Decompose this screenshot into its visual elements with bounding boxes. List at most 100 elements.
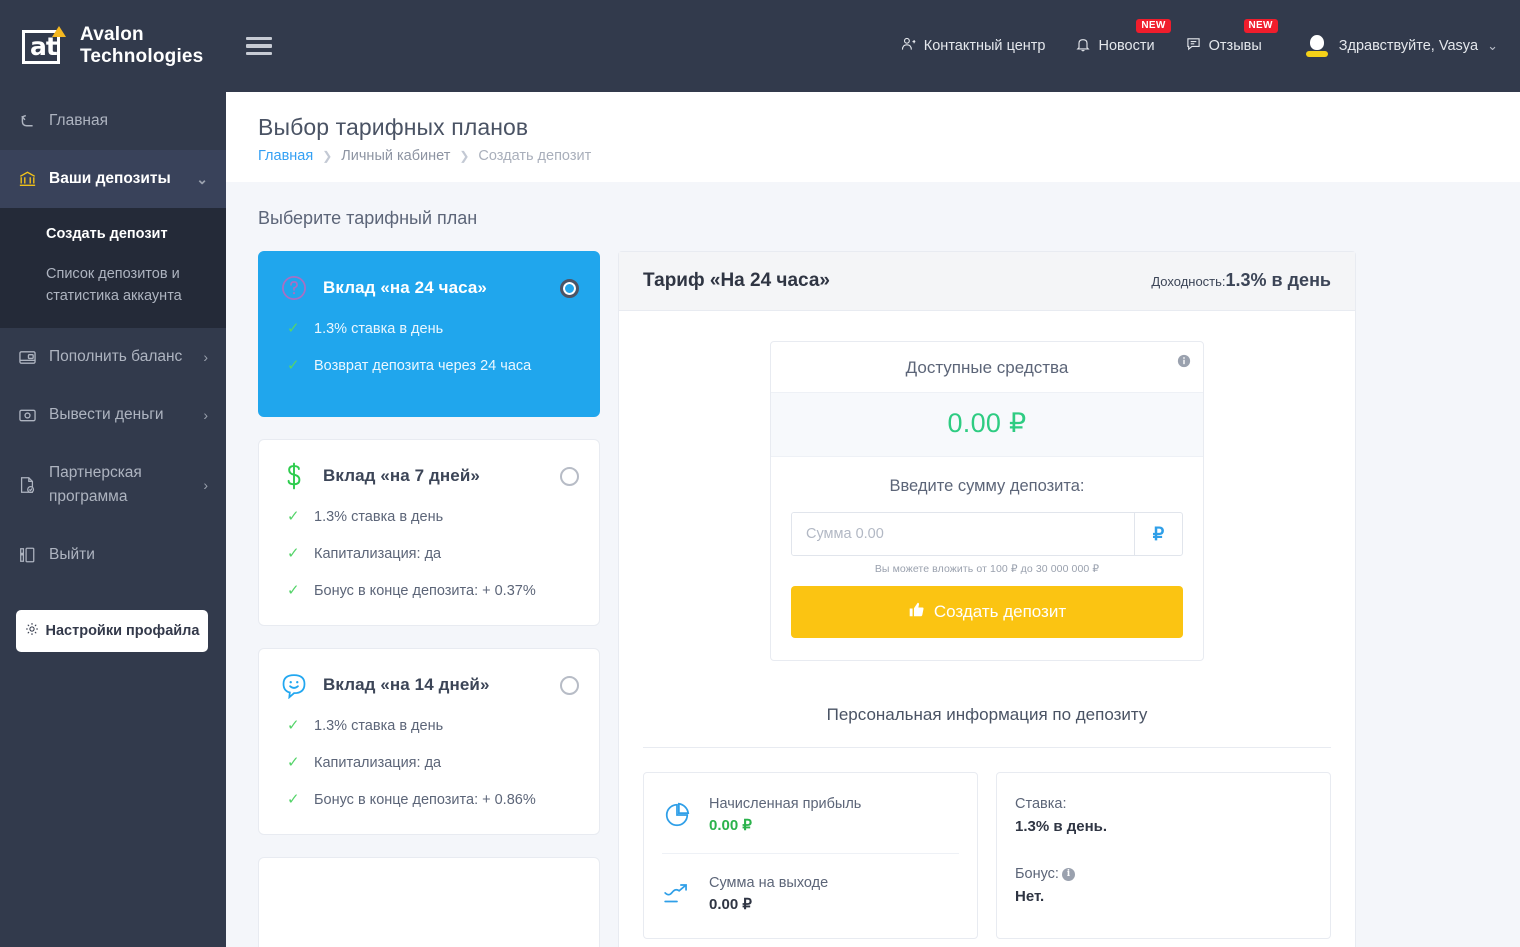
section-title: Выберите тарифный план: [258, 208, 478, 228]
plan-card-24h[interactable]: Вклад «на 24 часа» ✓ 1.3% ставка в день …: [258, 251, 600, 417]
topbar-contact-center[interactable]: Контактный центр: [900, 36, 1046, 56]
breadcrumb: Главная ❯ Личный кабинет ❯ Создать депоз…: [258, 148, 1520, 164]
contact-center-icon: [900, 36, 917, 56]
deposit-form-box: Доступные средства 0.00 ₽ Введите сумму …: [770, 341, 1204, 661]
create-deposit-button-label: Создать депозит: [933, 602, 1067, 621]
plan-feature-label: Капитализация: да: [314, 755, 442, 771]
available-funds-header: Доступные средства: [771, 342, 1203, 392]
tariff-title: Тариф «На 24 часа»: [643, 270, 830, 291]
check-icon: ✓: [287, 791, 300, 808]
deposit-limits-hint: Вы можете вложить от 100 ₽ до 30 000 000…: [874, 563, 1100, 575]
plan-name: Вклад «на 7 дней»: [323, 466, 480, 485]
plan-card-next[interactable]: [258, 857, 600, 947]
personal-info-grid: Начисленная прибыль 0.00 ₽ Сумма на выхо…: [619, 748, 1355, 939]
sidebar-item-partner-program-label: Партнерская программа: [49, 464, 142, 505]
rate-value: 1.3% в день.: [1015, 818, 1108, 835]
question-circle-icon: [279, 274, 309, 302]
deposit-amount-row: ₽: [791, 512, 1183, 556]
bonus-label: Бонус:: [1015, 866, 1059, 882]
wallet-icon: [16, 349, 38, 366]
sidebar-item-withdraw[interactable]: Вывести деньги ›: [0, 386, 226, 444]
accrued-profit-value: 0.00 ₽: [709, 817, 752, 834]
plan-name: Вклад «на 14 дней»: [323, 675, 490, 694]
topbar-news[interactable]: Новости NEW: [1075, 18, 1171, 57]
breadcrumb-account[interactable]: Личный кабинет: [341, 148, 450, 164]
plan-feature-label: 1.3% ставка в день: [314, 321, 444, 337]
pie-chart-icon: [662, 801, 692, 829]
chat-icon: [1185, 36, 1202, 56]
logout-icon: [16, 546, 38, 564]
back-arrow-icon: [16, 113, 38, 130]
rate-card: Ставка: 1.3% в день. Бонус: i Нет.: [996, 772, 1331, 939]
breadcrumb-home[interactable]: Главная: [258, 148, 313, 164]
smiley-chat-icon: [279, 671, 309, 699]
plan-feature: ✓ Бонус в конце депозита: + 0.37%: [279, 581, 579, 601]
yield-info: Доходность:1.3% в день: [1151, 270, 1331, 291]
plan-card-14d[interactable]: Вклад «на 14 дней» ✓ 1.3% ставка в день …: [258, 648, 600, 835]
main-area: Контактный центр Новости NEW Отзывы NEW …: [226, 0, 1520, 947]
bank-icon: [16, 170, 38, 188]
deposit-amount-label: Введите сумму депозита:: [889, 477, 1085, 495]
plan-feature: ✓ Капитализация: да: [279, 544, 579, 564]
sidebar-item-deposit-list[interactable]: Список депозитов и статистика аккаунта: [0, 254, 226, 316]
sidebar-item-deposits-label: Ваши депозиты: [49, 170, 171, 187]
plan-feature: ✓ 1.3% ставка в день: [279, 507, 579, 527]
content: Выберите тарифный план Вклад «на 24 часа…: [226, 182, 1520, 947]
deposit-form: Введите сумму депозита: ₽ Вы можете влож…: [771, 457, 1203, 660]
rate-label: Ставка:: [1015, 796, 1067, 812]
payout-amount-label: Сумма на выходе: [709, 875, 829, 891]
plan-radio[interactable]: [560, 466, 579, 486]
user-menu[interactable]: Здравствуйте, Vasya ⌄: [1292, 35, 1498, 57]
brand-name-line2: Technologies: [80, 46, 204, 67]
yield-label: Доходность:: [1151, 274, 1226, 289]
bonus-label-wrap: Бонус: i: [1015, 863, 1312, 885]
bell-icon: [1075, 36, 1091, 57]
hamburger-menu-icon[interactable]: [246, 36, 272, 56]
dollar-icon: [279, 462, 309, 490]
currency-symbol: ₽: [1134, 513, 1182, 555]
sidebar-subnav-deposits: Создать депозит Список депозитов и стати…: [0, 208, 226, 328]
bonus-value: Нет.: [1015, 888, 1045, 905]
reviews-new-badge: NEW: [1243, 19, 1278, 33]
brand-logo[interactable]: at Avalon Technologies: [0, 0, 226, 92]
sidebar-item-topup[interactable]: Пополнить баланс ›: [0, 328, 226, 386]
sidebar-item-create-deposit[interactable]: Создать депозит: [0, 214, 226, 254]
document-check-icon: [16, 476, 38, 494]
check-icon: ✓: [287, 717, 300, 734]
create-deposit-button[interactable]: Создать депозит: [791, 586, 1183, 638]
plan-feature: ✓ 1.3% ставка в день: [279, 716, 579, 736]
deposit-amount-input[interactable]: [792, 513, 1134, 555]
sidebar-item-logout[interactable]: Выйти: [0, 526, 226, 584]
plan-name: Вклад «на 24 часа»: [323, 278, 487, 297]
chevron-down-icon: ⌄: [196, 170, 208, 187]
gear-icon: [25, 622, 39, 640]
user-greeting: Здравствуйте, Vasya: [1338, 38, 1479, 54]
topbar-reviews[interactable]: Отзывы NEW: [1185, 19, 1278, 56]
sidebar-item-deposits[interactable]: Ваши депозиты ⌄: [0, 150, 226, 208]
plan-card-header: Вклад «на 14 дней»: [279, 671, 579, 699]
profile-settings-button[interactable]: Настройки профайла: [16, 610, 208, 652]
avalon-logo-icon: at: [22, 24, 68, 68]
plan-radio-selected[interactable]: [560, 278, 579, 298]
sidebar: at Avalon Technologies Главная Ваши депо…: [0, 0, 226, 947]
breadcrumb-current: Создать депозит: [478, 148, 592, 164]
plan-feature-label: 1.3% ставка в день: [314, 509, 444, 525]
plan-card-7d[interactable]: Вклад «на 7 дней» ✓ 1.3% ставка в день ✓…: [258, 439, 600, 626]
yield-value: 1.3% в день: [1225, 270, 1331, 290]
profit-card: Начисленная прибыль 0.00 ₽ Сумма на выхо…: [643, 772, 978, 939]
info-icon[interactable]: [1177, 354, 1191, 373]
info-icon[interactable]: i: [1061, 867, 1075, 881]
check-icon: ✓: [287, 754, 300, 771]
topbar-contact-center-label: Контактный центр: [923, 38, 1046, 54]
sidebar-item-home[interactable]: Главная: [0, 92, 226, 150]
accrued-profit-row: Начисленная прибыль 0.00 ₽: [662, 793, 959, 837]
check-icon: ✓: [287, 357, 300, 374]
plan-radio[interactable]: [560, 675, 579, 695]
trend-up-icon: [662, 882, 692, 906]
chevron-right-icon: ›: [203, 477, 208, 493]
plan-feature-label: Бонус в конце депозита: + 0.86%: [314, 792, 536, 808]
sidebar-item-partner-program[interactable]: Партнерская программа ›: [0, 444, 226, 526]
profile-settings-button-label: Настройки профайла: [45, 623, 200, 639]
chevron-right-icon: ›: [203, 349, 208, 365]
brand-name-line1: Avalon: [80, 24, 144, 45]
